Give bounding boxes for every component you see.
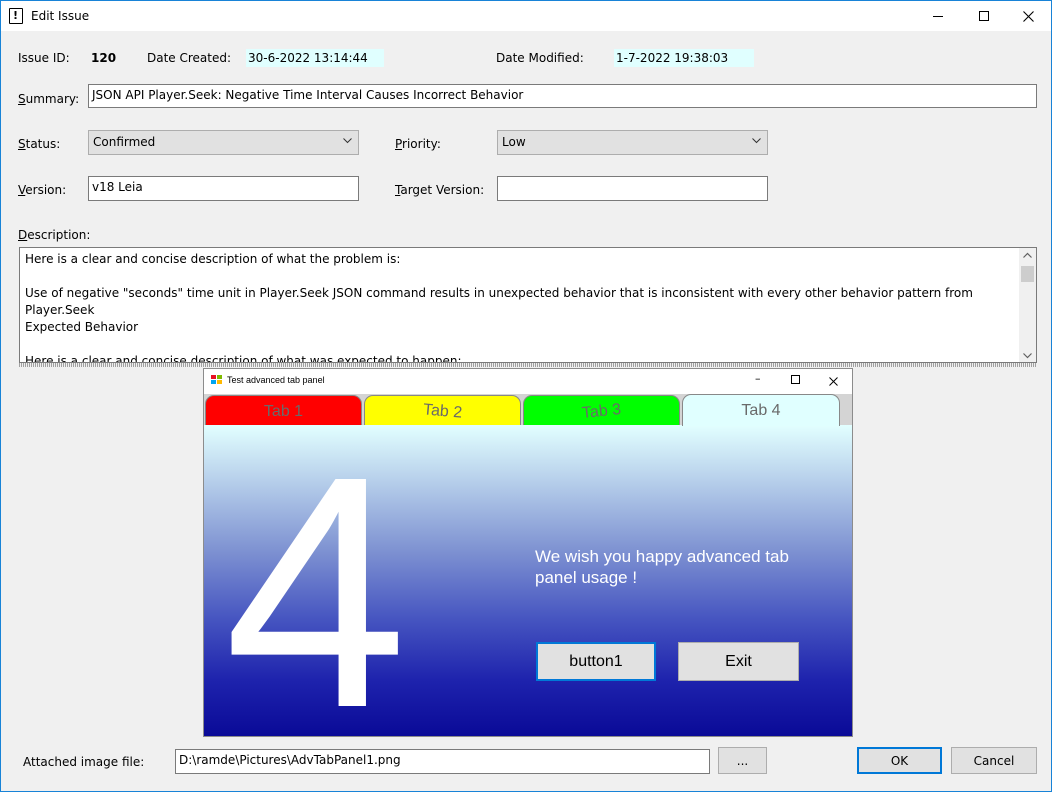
date-created-value: 30-6-2022 13:14:44 bbox=[246, 49, 384, 67]
status-value: Confirmed bbox=[93, 135, 156, 149]
chevron-down-icon bbox=[343, 138, 352, 144]
date-modified-label: Date Modified: bbox=[496, 51, 584, 65]
issue-document-icon bbox=[9, 8, 23, 24]
preview-title-bar: Test advanced tab panel – bbox=[204, 369, 852, 394]
issue-id-value: 120 bbox=[91, 51, 117, 65]
edit-issue-window: Edit Issue Issue ID: 120 Date Created: 3… bbox=[0, 0, 1052, 792]
scrollbar-thumb[interactable] bbox=[1021, 266, 1034, 282]
date-modified-value: 1-7-2022 19:38:03 bbox=[614, 49, 754, 67]
version-label: Version: bbox=[18, 183, 67, 197]
target-version-input[interactable] bbox=[497, 176, 768, 201]
maximize-icon bbox=[979, 11, 989, 21]
minimize-icon bbox=[933, 15, 943, 17]
summary-label: Summary: bbox=[18, 92, 80, 106]
description-line: Expected Behavior bbox=[25, 320, 139, 334]
title-bar[interactable]: Edit Issue bbox=[1, 1, 1051, 31]
preview-tab-3: Tab 3 bbox=[523, 395, 680, 426]
close-icon bbox=[1022, 10, 1034, 22]
priority-select[interactable]: Low bbox=[497, 130, 768, 155]
attached-image-preview: Test advanced tab panel – Tab 1 Tab 2 Ta… bbox=[203, 368, 853, 737]
description-line: Here is a clear and concise description … bbox=[25, 354, 462, 363]
preview-big-number: 4 bbox=[224, 407, 408, 737]
summary-input[interactable]: JSON API Player.Seek: Negative Time Inte… bbox=[88, 84, 1037, 108]
attached-file-label: Attached image file: bbox=[23, 755, 145, 769]
minimize-icon: – bbox=[755, 372, 761, 385]
status-label: Status: bbox=[18, 137, 61, 151]
description-line: Here is a clear and concise description … bbox=[25, 252, 401, 266]
close-button[interactable] bbox=[1005, 1, 1051, 31]
preview-tab-4: Tab 4 bbox=[682, 394, 840, 426]
scroll-down-icon[interactable] bbox=[1023, 353, 1032, 359]
description-line: Use of negative "seconds" time unit in P… bbox=[25, 286, 973, 317]
preview-button1: button1 bbox=[536, 642, 656, 681]
issue-id-label: Issue ID: bbox=[18, 51, 70, 65]
date-created-label: Date Created: bbox=[147, 51, 232, 65]
window-title: Edit Issue bbox=[31, 9, 90, 23]
status-select[interactable]: Confirmed bbox=[88, 130, 359, 155]
splitter-handle[interactable] bbox=[19, 363, 1037, 367]
description-textarea[interactable]: Here is a clear and concise description … bbox=[19, 247, 1037, 363]
ok-button[interactable]: OK bbox=[857, 747, 942, 774]
description-line bbox=[25, 336, 1016, 353]
priority-value: Low bbox=[502, 135, 526, 149]
close-icon bbox=[829, 377, 838, 386]
priority-label: Priority: bbox=[395, 137, 441, 151]
description-line bbox=[25, 268, 1016, 285]
browse-button[interactable]: ... bbox=[718, 747, 767, 774]
app-icon bbox=[211, 375, 223, 386]
preview-exit-button: Exit bbox=[678, 642, 799, 681]
description-scrollbar[interactable] bbox=[1019, 248, 1036, 362]
chevron-down-icon bbox=[752, 138, 761, 144]
preview-tab-page: 4 We wish you happy advanced tab panel u… bbox=[204, 425, 852, 736]
preview-message: We wish you happy advanced tab panel usa… bbox=[535, 547, 789, 587]
description-label: Description: bbox=[18, 228, 91, 242]
maximize-button[interactable] bbox=[961, 1, 1007, 31]
cancel-button[interactable]: Cancel bbox=[951, 747, 1037, 774]
target-version-label: Target Version: bbox=[395, 183, 485, 197]
scroll-up-icon[interactable] bbox=[1023, 252, 1032, 258]
version-input[interactable]: v18 Leia bbox=[88, 176, 359, 201]
minimize-button[interactable] bbox=[915, 1, 961, 31]
preview-window-title: Test advanced tab panel bbox=[227, 375, 325, 385]
maximize-icon bbox=[791, 375, 800, 384]
attached-file-input[interactable]: D:\ramde\Pictures\AdvTabPanel1.png bbox=[175, 749, 710, 774]
